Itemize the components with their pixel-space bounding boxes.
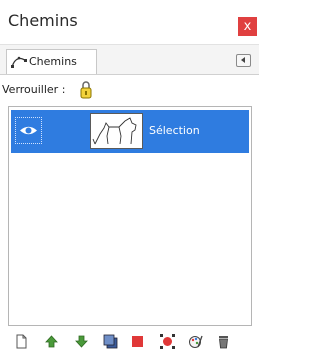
paint-path-icon[interactable] bbox=[188, 334, 203, 349]
tab-chemins[interactable]: Chemins bbox=[6, 49, 97, 74]
paths-icon bbox=[11, 56, 27, 68]
path-to-selection-icon[interactable] bbox=[130, 334, 145, 349]
lock-alpha-icon[interactable] bbox=[78, 80, 94, 100]
visibility-toggle[interactable] bbox=[15, 117, 42, 144]
arrow-down-icon[interactable] bbox=[74, 334, 89, 349]
eye-icon bbox=[20, 126, 37, 135]
cat-silhouette-icon bbox=[92, 117, 137, 145]
close-button[interactable]: x bbox=[238, 17, 257, 36]
paths-toolbar bbox=[0, 327, 259, 354]
tab-label: Chemins bbox=[29, 55, 77, 68]
new-document-icon[interactable] bbox=[14, 334, 29, 349]
selection-to-path-icon[interactable] bbox=[160, 334, 175, 349]
trash-icon[interactable] bbox=[216, 334, 231, 349]
path-row[interactable]: Sélection bbox=[11, 110, 249, 153]
paths-list[interactable]: Sélection bbox=[8, 106, 252, 326]
dock-title: Chemins bbox=[8, 11, 78, 30]
arrow-up-icon[interactable] bbox=[44, 334, 59, 349]
path-thumbnail bbox=[90, 113, 143, 149]
path-name: Sélection bbox=[149, 124, 200, 137]
tab-menu-button[interactable] bbox=[236, 54, 251, 67]
divider bbox=[0, 74, 259, 75]
lock-label: Verrouiller : bbox=[2, 83, 66, 96]
tab-bar: Chemins bbox=[0, 45, 259, 74]
dock-titlebar: Chemins x bbox=[0, 0, 259, 45]
duplicate-icon[interactable] bbox=[103, 334, 118, 349]
